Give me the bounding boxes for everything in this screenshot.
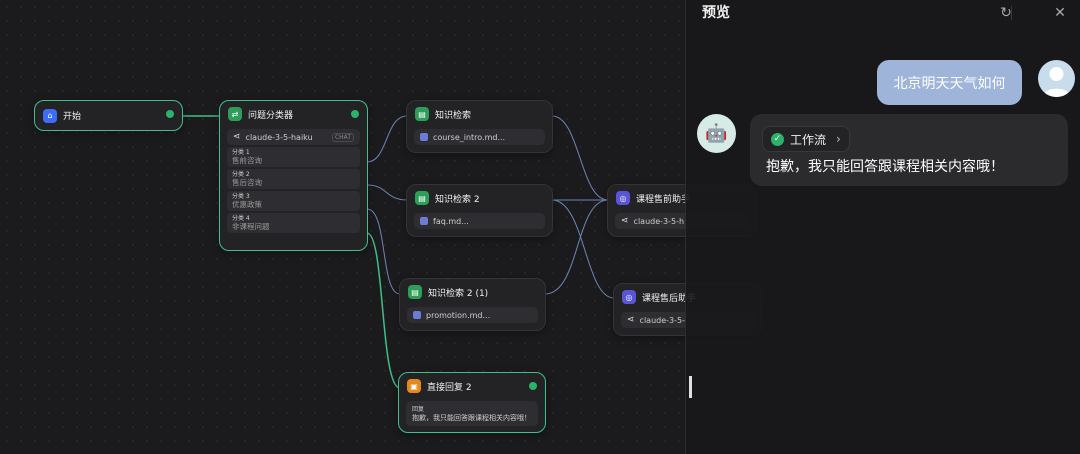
model-name: claude-3-5-haiku (245, 132, 313, 142)
anthropic-icon: ⋖ (233, 132, 241, 142)
folder-icon (420, 133, 428, 141)
workflow-status-toggle[interactable]: ✓ 工作流 › (762, 126, 850, 152)
knowledge-retrieval-node-2[interactable]: ▤ 知识检索 2 faq.md... (406, 184, 553, 237)
start-node[interactable]: ⌂ 开始 (34, 100, 183, 131)
knowledge-retrieval-node-3[interactable]: ▤ 知识检索 2 (1) promotion.md... (399, 278, 546, 331)
edge-kb3-llm1 (544, 199, 609, 295)
edge-kb2-llm2 (551, 199, 615, 299)
success-check-icon (166, 110, 174, 118)
chat-badge: CHAT (331, 132, 354, 142)
model-chip[interactable]: ⋖ claude-3-5-haiku CHAT (227, 129, 360, 145)
bot-message-bubble: ✓ 工作流 › 抱歉，我只能回答跟课程相关内容哦！ (750, 114, 1068, 186)
class-tag: 分类 4 (232, 215, 250, 222)
user-silhouette-icon (1043, 67, 1070, 97)
knowledge-icon: ▤ (408, 285, 422, 299)
knowledge-retrieval-node-1[interactable]: ▤ 知识检索 course_intro.md... (406, 100, 553, 153)
class-item-3: 分类 3 优惠政策 (227, 191, 360, 211)
check-icon: ✓ (771, 132, 784, 146)
kb1-title: 知识检索 (435, 110, 472, 121)
class-value: 优惠政策 (232, 200, 262, 209)
refresh-icon[interactable]: ↻ (997, 4, 1015, 22)
anthropic-icon: ⋖ (621, 216, 629, 226)
class-item-2: 分类 2 售后咨询 (227, 169, 360, 189)
dataset-name: course_intro.md... (433, 132, 506, 142)
classifier-node-title: 问题分类器 (248, 110, 294, 121)
kb3-title: 知识检索 2 (1) (428, 288, 489, 299)
edge-class2-kb2 (366, 184, 408, 201)
dataset-chip: promotion.md... (407, 307, 538, 323)
edge-class1-kb1 (366, 115, 408, 163)
edge-class4-reply (366, 232, 401, 389)
knowledge-icon: ▤ (415, 107, 429, 121)
close-icon[interactable]: ✕ (1051, 4, 1069, 22)
workflow-label: 工作流 (790, 132, 827, 147)
reply-title: 直接回复 2 (427, 382, 472, 393)
llm-icon: ◎ (616, 191, 630, 205)
user-message-bubble: 北京明天天气如何 (877, 60, 1022, 105)
resize-handle[interactable] (689, 376, 692, 398)
chevron-right-icon: › (836, 132, 841, 146)
classifier-icon: ⇄ (228, 107, 242, 121)
folder-icon (413, 311, 421, 319)
kb2-title: 知识检索 2 (435, 194, 480, 205)
toolbar-divider (1011, 6, 1012, 20)
bot-avatar: 🤖 (697, 114, 736, 153)
anthropic-icon: ⋖ (627, 315, 635, 325)
classifier-node[interactable]: ⇄ 问题分类器 ⋖ claude-3-5-haiku CHAT 分类 1 售前咨… (219, 100, 368, 251)
llm-icon: ◎ (622, 290, 636, 304)
class-value: 售后咨询 (232, 178, 262, 187)
preview-title: 预览 (702, 5, 730, 21)
class-value: 售前咨询 (232, 156, 262, 165)
class-item-4: 分类 4 非课程问题 (227, 213, 360, 233)
reply-text: 抱歉，我只能回答跟课程相关内容哦！ (412, 414, 531, 422)
edge-class3-kb3 (366, 208, 401, 295)
bot-message-text: 抱歉，我只能回答跟课程相关内容哦！ (766, 159, 1004, 175)
class-value: 非课程问题 (232, 222, 270, 231)
knowledge-icon: ▤ (415, 191, 429, 205)
model-name: claude-3-5-h (633, 216, 685, 226)
dataset-name: promotion.md... (426, 310, 491, 320)
edge-kb1-llm1 (551, 115, 609, 201)
direct-reply-node[interactable]: ▣ 直接回复 2 回复 抱歉，我只能回答跟课程相关内容哦！ (398, 372, 546, 433)
dataset-name: faq.md... (433, 216, 469, 226)
dataset-chip: course_intro.md... (414, 129, 545, 145)
reply-label: 回复 (412, 406, 425, 413)
success-check-icon (351, 110, 359, 118)
success-check-icon (529, 382, 537, 390)
model-name: claude-3-5- (639, 315, 685, 325)
dataset-chip: faq.md... (414, 213, 545, 229)
class-tag: 分类 1 (232, 149, 250, 156)
class-item-1: 分类 1 售前咨询 (227, 147, 360, 167)
robot-icon: 🤖 (705, 123, 728, 144)
class-tag: 分类 3 (232, 193, 250, 200)
user-avatar (1038, 60, 1075, 97)
reply-content: 回复 抱歉，我只能回答跟课程相关内容哦！ (406, 401, 538, 426)
home-icon: ⌂ (43, 108, 57, 123)
reply-icon: ▣ (407, 379, 421, 393)
class-tag: 分类 2 (232, 171, 250, 178)
folder-icon (420, 217, 428, 225)
user-message-text: 北京明天天气如何 (893, 75, 1006, 92)
llm1-title: 课程售前助手 (636, 194, 691, 205)
start-node-title: 开始 (63, 112, 82, 122)
preview-panel: 预览 ↻ ✕ 北京明天天气如何 🤖 ✓ 工作流 › 抱歉，我只能回答跟课程相关内… (685, 0, 1080, 454)
